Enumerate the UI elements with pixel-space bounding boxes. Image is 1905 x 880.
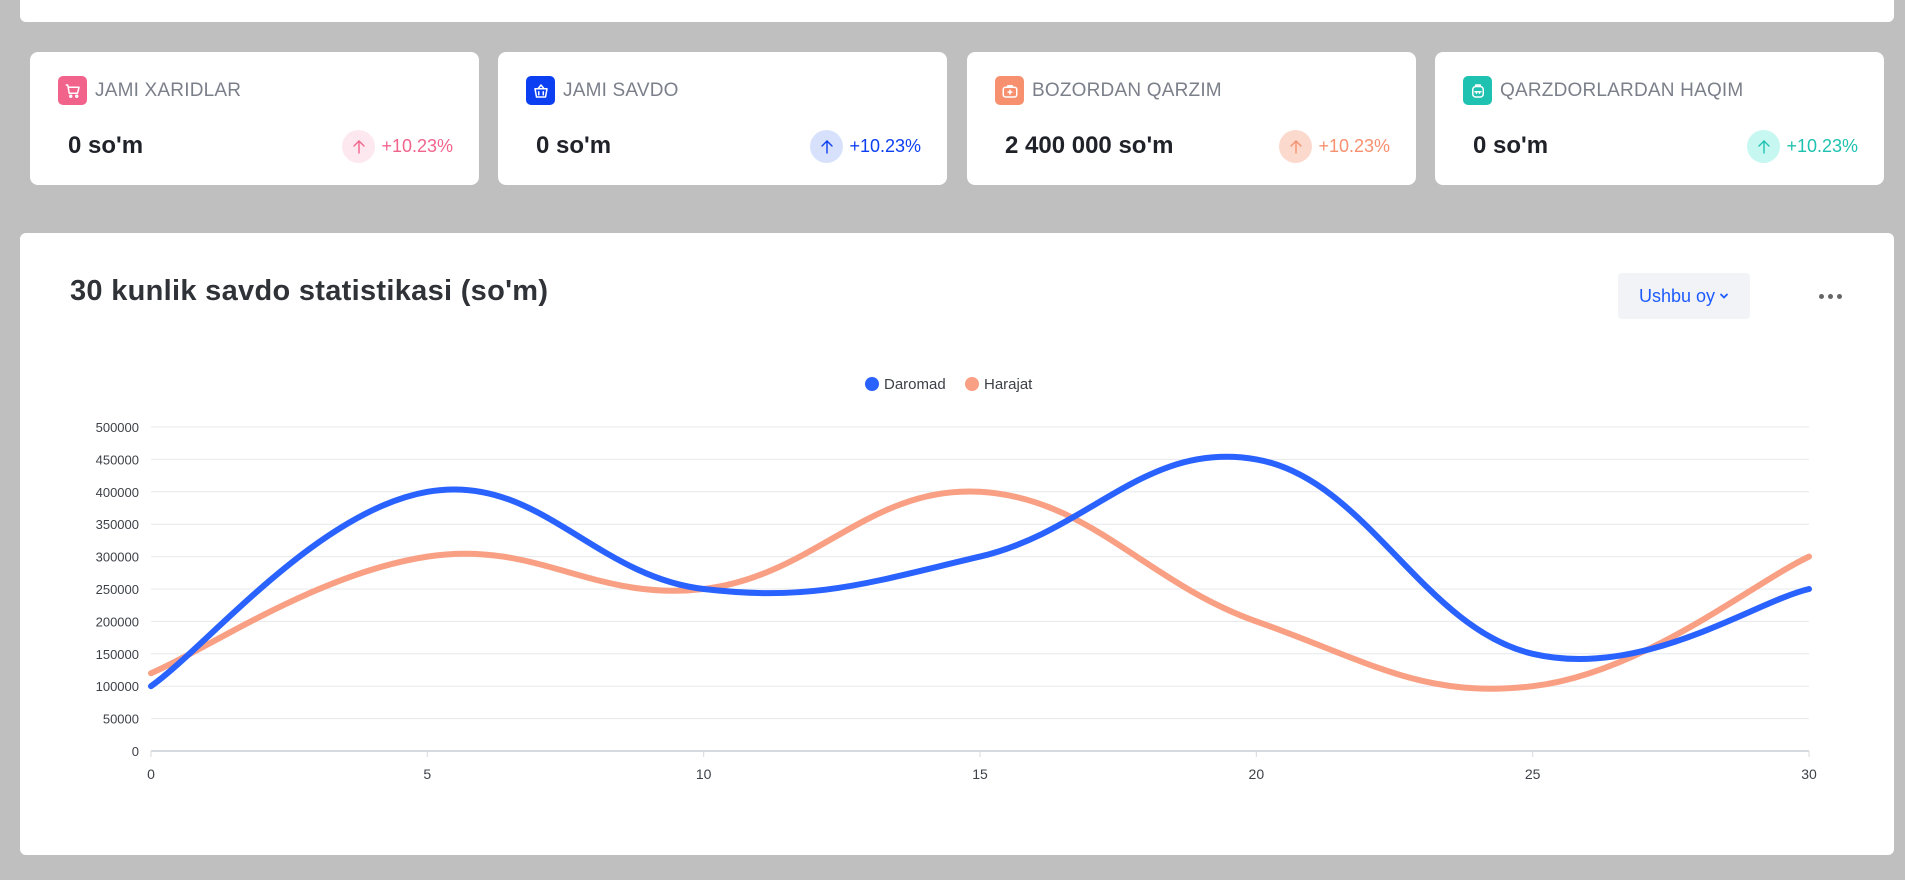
backpack-icon xyxy=(1463,76,1492,105)
x-tick-label: 25 xyxy=(1525,766,1541,782)
stat-value: 0 so'm xyxy=(1473,132,1549,159)
stat-title: JAMI SAVDO xyxy=(563,79,679,101)
stat-card-market-debt: BOZORDAN QARZIM 2 400 000 so'm +10.23% xyxy=(967,52,1416,185)
x-tick-label: 10 xyxy=(696,766,712,782)
x-tick-label: 30 xyxy=(1801,766,1817,782)
stat-title: JAMI XARIDLAR xyxy=(95,79,242,101)
x-tick-label: 20 xyxy=(1249,766,1265,782)
legend-label: Daromad xyxy=(884,376,946,393)
basket-icon xyxy=(526,76,555,105)
y-tick-label: 500000 xyxy=(96,420,139,435)
stat-change: +10.23% xyxy=(810,130,921,163)
y-tick-label: 400000 xyxy=(96,485,139,500)
legend-marker xyxy=(865,377,879,391)
stat-title: BOZORDAN QARZIM xyxy=(1032,79,1222,101)
top-panel xyxy=(20,0,1894,22)
legend-label: Harajat xyxy=(984,376,1033,393)
arrow-up-icon xyxy=(1279,130,1313,163)
stat-value: 0 so'm xyxy=(536,132,612,159)
y-tick-label: 150000 xyxy=(96,647,139,662)
chart-panel: 30 kunlik savdo statistikasi (so'm) Ushb… xyxy=(20,233,1894,855)
stat-change-value: +10.23% xyxy=(849,136,921,156)
stat-title: QARZDORLARDAN HAQIM xyxy=(1500,79,1744,101)
cart-icon xyxy=(58,76,87,105)
stat-value: 0 so'm xyxy=(68,132,144,159)
y-tick-label: 100000 xyxy=(96,679,139,694)
stat-change: +10.23% xyxy=(1747,130,1858,163)
x-tick-label: 5 xyxy=(423,766,431,782)
arrow-up-icon xyxy=(342,130,376,163)
stat-change-value: +10.23% xyxy=(1318,136,1390,156)
stat-change: +10.23% xyxy=(1279,130,1390,163)
arrow-up-icon xyxy=(810,130,844,163)
x-tick-label: 0 xyxy=(147,766,155,782)
y-tick-label: 50000 xyxy=(103,712,139,727)
arrow-up-icon xyxy=(1747,130,1781,163)
stat-card-receivables: QARZDORLARDAN HAQIM 0 so'm +10.23% xyxy=(1435,52,1884,185)
line-chart: 0 50000 100000 150000 200000 250000 300000 3500… xyxy=(96,376,1817,782)
y-tick-label: 0 xyxy=(132,744,139,759)
bag-icon xyxy=(995,76,1024,105)
legend-marker xyxy=(965,377,979,391)
stat-change-value: +10.23% xyxy=(1786,136,1858,156)
stat-value: 2 400 000 so'm xyxy=(1005,132,1174,159)
y-tick-label: 250000 xyxy=(96,582,139,597)
stat-card-purchases: JAMI XARIDLAR 0 so'm +10.23% xyxy=(30,52,479,185)
y-tick-label: 450000 xyxy=(96,452,139,467)
y-tick-label: 300000 xyxy=(96,550,139,565)
y-tick-label: 350000 xyxy=(96,517,139,532)
x-tick-label: 15 xyxy=(972,766,988,782)
stat-card-sales: JAMI SAVDO 0 so'm +10.23% xyxy=(498,52,947,185)
stat-change-value: +10.23% xyxy=(381,136,453,156)
stat-change: +10.23% xyxy=(342,130,453,163)
y-tick-label: 200000 xyxy=(96,614,139,629)
